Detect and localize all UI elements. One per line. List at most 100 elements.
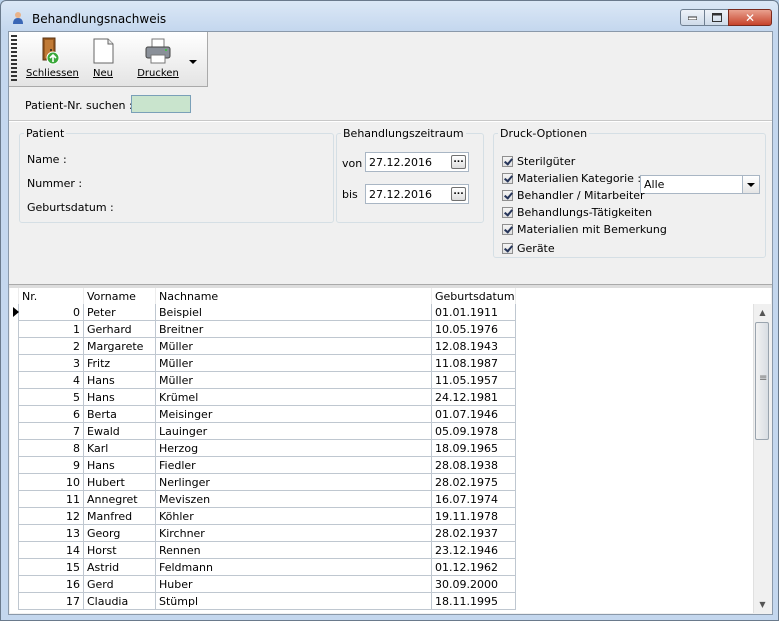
table-row[interactable]: 16 Gerd Huber 30.09.2000 (10, 575, 516, 593)
cell-nr[interactable]: 2 (18, 337, 84, 355)
option-devices[interactable]: Geräte (502, 240, 555, 256)
cell-nr[interactable]: 10 (18, 473, 84, 491)
table-row[interactable]: 15 Astrid Feldmann 01.12.1962 (10, 558, 516, 576)
cell-lastname[interactable]: Feldmann (155, 558, 432, 576)
cell-lastname[interactable]: Müller (155, 354, 432, 372)
cell-lastname[interactable]: Stümpl (155, 592, 432, 610)
cell-birthdate[interactable]: 05.09.1978 (431, 422, 516, 440)
column-header-lastname[interactable]: Nachname (155, 288, 432, 304)
scroll-thumb[interactable] (755, 322, 769, 440)
cell-firstname[interactable]: Manfred (83, 507, 156, 525)
table-row[interactable]: 4 Hans Müller 11.05.1957 (10, 371, 516, 389)
cell-birthdate[interactable]: 11.08.1987 (431, 354, 516, 372)
cell-firstname[interactable]: Gerhard (83, 320, 156, 338)
patient-number-search-input[interactable] (131, 95, 191, 113)
cell-firstname[interactable]: Horst (83, 541, 156, 559)
cell-nr[interactable]: 12 (18, 507, 84, 525)
to-date-field[interactable]: 27.12.2016 ... (365, 184, 469, 204)
cell-firstname[interactable]: Claudia (83, 592, 156, 610)
option-materials[interactable]: Materialien (502, 170, 578, 186)
cell-firstname[interactable]: Karl (83, 439, 156, 457)
cell-lastname[interactable]: Nerlinger (155, 473, 432, 491)
cell-nr[interactable]: 3 (18, 354, 84, 372)
cell-nr[interactable]: 13 (18, 524, 84, 542)
cell-firstname[interactable]: Hans (83, 456, 156, 474)
maximize-button[interactable] (704, 9, 729, 26)
row-header[interactable] (10, 575, 19, 593)
row-header[interactable] (10, 337, 19, 355)
cell-lastname[interactable]: Beispiel (155, 304, 432, 321)
table-row[interactable]: 0 Peter Beispiel 01.01.1911 (10, 304, 516, 321)
table-row[interactable]: 12 Manfred Köhler 19.11.1978 (10, 507, 516, 525)
cell-birthdate[interactable]: 10.05.1976 (431, 320, 516, 338)
table-row[interactable]: 3 Fritz Müller 11.08.1987 (10, 354, 516, 372)
print-button[interactable]: Drucken (135, 36, 181, 79)
option-practitioner[interactable]: Behandler / Mitarbeiter (502, 187, 645, 203)
cell-firstname[interactable]: Hans (83, 388, 156, 406)
cell-lastname[interactable]: Lauinger (155, 422, 432, 440)
cell-birthdate[interactable]: 28.08.1938 (431, 456, 516, 474)
cell-birthdate[interactable]: 11.05.1957 (431, 371, 516, 389)
cell-birthdate[interactable]: 30.09.2000 (431, 575, 516, 593)
row-header[interactable] (10, 456, 19, 474)
vertical-scrollbar[interactable]: ▲ ▼ (753, 304, 771, 613)
cell-firstname[interactable]: Hubert (83, 473, 156, 491)
row-header[interactable] (10, 592, 19, 610)
row-header[interactable] (10, 490, 19, 508)
cell-lastname[interactable]: Köhler (155, 507, 432, 525)
row-header[interactable] (10, 507, 19, 525)
cell-firstname[interactable]: Margarete (83, 337, 156, 355)
cell-birthdate[interactable]: 23.12.1946 (431, 541, 516, 559)
row-header[interactable] (10, 422, 19, 440)
checkbox-treatment-activities[interactable] (502, 206, 513, 218)
cell-firstname[interactable]: Ewald (83, 422, 156, 440)
column-header-nr[interactable]: Nr. (18, 288, 84, 304)
cell-birthdate[interactable]: 28.02.1975 (431, 473, 516, 491)
minimize-button[interactable] (680, 9, 705, 26)
cell-lastname[interactable]: Rennen (155, 541, 432, 559)
cell-lastname[interactable]: Meviszen (155, 490, 432, 508)
cell-firstname[interactable]: Hans (83, 371, 156, 389)
chevron-down-icon[interactable] (742, 176, 759, 193)
column-header-firstname[interactable]: Vorname (83, 288, 156, 304)
cell-lastname[interactable]: Müller (155, 337, 432, 355)
to-date-picker-button[interactable]: ... (451, 187, 466, 201)
cell-nr[interactable]: 1 (18, 320, 84, 338)
cell-nr[interactable]: 11 (18, 490, 84, 508)
cell-lastname[interactable]: Meisinger (155, 405, 432, 423)
cell-birthdate[interactable]: 12.08.1943 (431, 337, 516, 355)
table-row[interactable]: 11 Annegret Meviszen 16.07.1974 (10, 490, 516, 508)
checkbox-sterile-goods[interactable] (502, 155, 513, 167)
cell-birthdate[interactable]: 28.02.1937 (431, 524, 516, 542)
row-header[interactable] (10, 524, 19, 542)
option-sterile-goods[interactable]: Sterilgüter (502, 153, 575, 169)
category-select[interactable]: Alle (640, 175, 760, 194)
cell-birthdate[interactable]: 18.09.1965 (431, 439, 516, 457)
cell-lastname[interactable]: Herzog (155, 439, 432, 457)
cell-nr[interactable]: 17 (18, 592, 84, 610)
row-header[interactable] (10, 558, 19, 576)
from-date-field[interactable]: 27.12.2016 ... (365, 152, 469, 172)
cell-nr[interactable]: 15 (18, 558, 84, 576)
row-header[interactable] (10, 354, 19, 372)
row-header[interactable] (10, 405, 19, 423)
cell-birthdate[interactable]: 16.07.1974 (431, 490, 516, 508)
cell-birthdate[interactable]: 01.07.1946 (431, 405, 516, 423)
cell-nr[interactable]: 14 (18, 541, 84, 559)
checkbox-practitioner[interactable] (502, 189, 513, 201)
table-row[interactable]: 5 Hans Krümel 24.12.1981 (10, 388, 516, 406)
table-row[interactable]: 10 Hubert Nerlinger 28.02.1975 (10, 473, 516, 491)
cell-nr[interactable]: 4 (18, 371, 84, 389)
option-materials-with-remark[interactable]: Materialien mit Bemerkung (502, 221, 667, 237)
row-header[interactable] (10, 371, 19, 389)
new-button[interactable]: Neu (85, 36, 121, 79)
table-row[interactable]: 9 Hans Fiedler 28.08.1938 (10, 456, 516, 474)
table-row[interactable]: 7 Ewald Lauinger 05.09.1978 (10, 422, 516, 440)
row-header[interactable] (10, 304, 19, 321)
checkbox-devices[interactable] (502, 242, 513, 254)
row-header[interactable] (10, 439, 19, 457)
table-row[interactable]: 6 Berta Meisinger 01.07.1946 (10, 405, 516, 423)
table-row[interactable]: 13 Georg Kirchner 28.02.1937 (10, 524, 516, 542)
scroll-up-icon[interactable]: ▲ (754, 304, 771, 321)
row-header[interactable] (10, 473, 19, 491)
